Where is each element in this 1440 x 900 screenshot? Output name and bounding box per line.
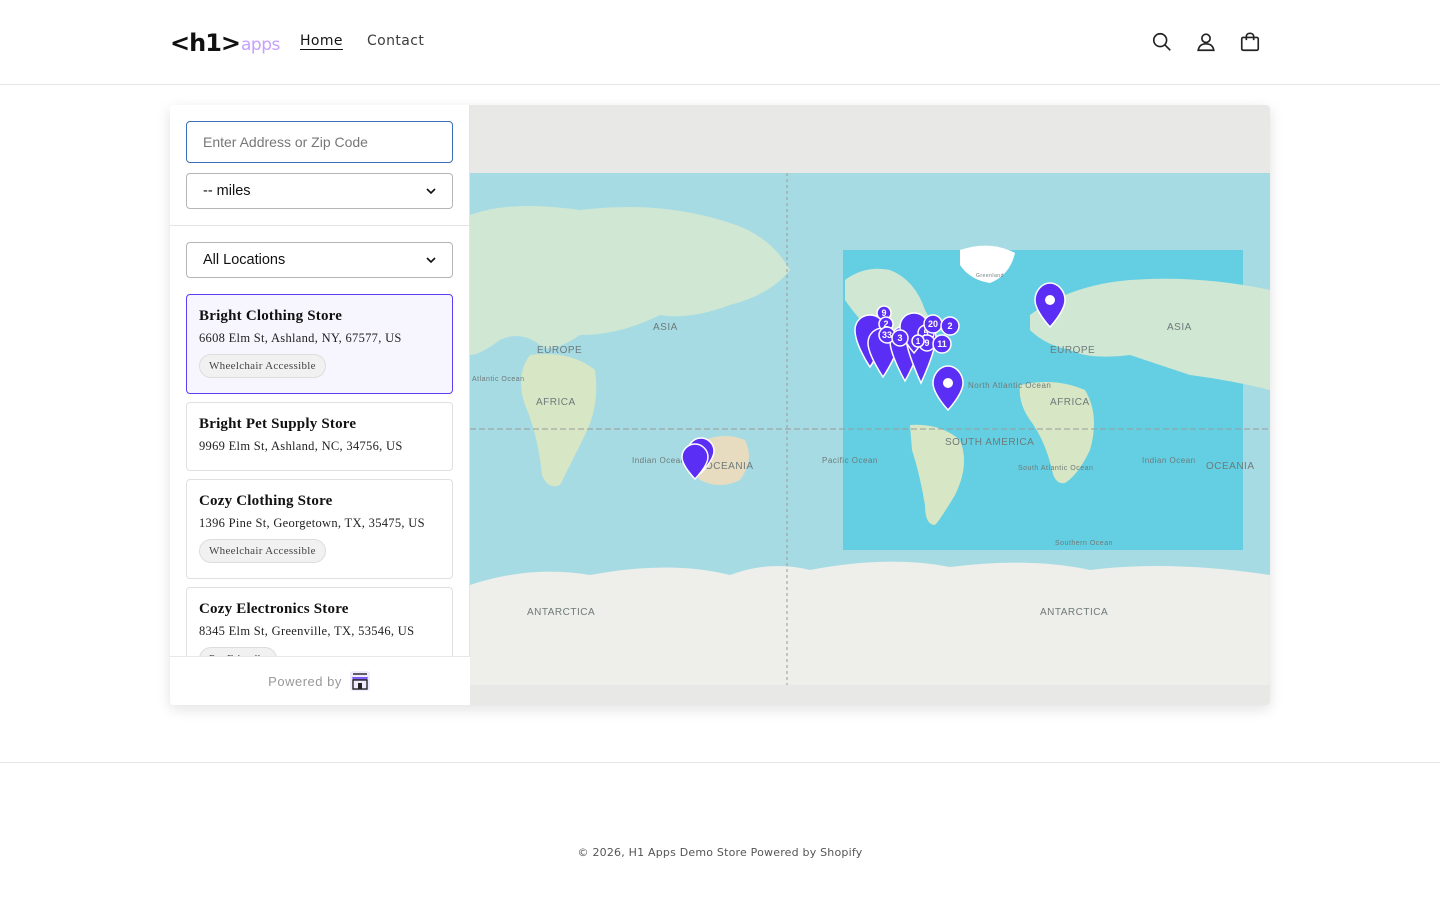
address-search-input[interactable]: [186, 121, 453, 163]
location-filter-value: All Locations: [203, 252, 286, 268]
site-logo[interactable]: <h1> apps: [170, 28, 280, 58]
map-label: AFRICA: [1050, 397, 1090, 408]
map-label: OCEANIA: [705, 461, 754, 472]
world-map[interactable]: ASIA EUROPE AFRICA Indian Ocean OCEANIA …: [470, 105, 1270, 705]
cluster-count: 1: [916, 337, 921, 346]
store-card[interactable]: Cozy Clothing Store 1396 Pine St, George…: [186, 479, 453, 579]
search-icon[interactable]: [1150, 28, 1174, 56]
store-name: Cozy Clothing Store: [199, 493, 333, 509]
nav-contact-link[interactable]: Contact: [367, 33, 424, 49]
map-label: OCEANIA: [1206, 461, 1255, 472]
map-label: North Atlantic Ocean: [968, 381, 1051, 390]
marker-dot: [1045, 295, 1055, 305]
store-name: Cozy Electronics Store: [199, 601, 349, 617]
cluster-count: 11: [937, 339, 947, 349]
map-label: ANTARCTICA: [527, 607, 595, 618]
store-name: Bright Clothing Store: [199, 308, 343, 324]
store-card[interactable]: Cozy Electronics Store 8345 Elm St, Gree…: [186, 587, 453, 656]
map-label: Southern Ocean: [1055, 540, 1113, 547]
map-label: ASIA: [653, 322, 678, 333]
map-label: Atlantic Ocean: [472, 376, 525, 383]
powered-by-text: Powered by: [268, 673, 342, 689]
cluster-count: 9: [924, 338, 929, 348]
marker-dot: [943, 378, 953, 388]
store-map[interactable]: ASIA EUROPE AFRICA Indian Ocean OCEANIA …: [470, 105, 1270, 705]
map-label: Indian Ocean: [632, 456, 686, 465]
filter-divider: [170, 225, 470, 226]
chevron-down-icon: [426, 188, 436, 195]
locator-sidebar: -- miles All Locations Bright Clothing S…: [170, 105, 470, 705]
cluster-count: 3: [897, 333, 902, 343]
cart-icon[interactable]: [1238, 28, 1262, 56]
store-card[interactable]: Bright Clothing Store 6608 Elm St, Ashla…: [186, 294, 453, 394]
logo-sub-text: apps: [241, 35, 280, 55]
cluster-count: 33: [882, 330, 892, 340]
map-label: Indian Ocean: [1142, 456, 1196, 465]
map-label: AFRICA: [536, 397, 576, 408]
cluster-count: 2: [947, 321, 952, 331]
account-icon[interactable]: [1194, 28, 1218, 56]
radius-select-value: -- miles: [203, 183, 251, 199]
map-label: Greenland: [976, 273, 1004, 279]
logo-main-text: <h1>: [170, 29, 241, 57]
map-label: ASIA: [1167, 322, 1192, 333]
store-name: Bright Pet Supply Store: [199, 416, 357, 432]
antarctica-landmass: [470, 561, 1270, 685]
store-card[interactable]: Bright Pet Supply Store 9969 Elm St, Ash…: [186, 402, 453, 471]
store-icon[interactable]: [348, 669, 372, 693]
nav-home-link[interactable]: Home: [300, 33, 343, 49]
map-label: Pacific Ocean: [822, 456, 878, 465]
footer-divider: [0, 762, 1440, 763]
store-address: 8345 Elm St, Greenville, TX, 53546, US: [199, 624, 415, 638]
radius-select[interactable]: -- miles: [186, 173, 453, 209]
store-address: 9969 Elm St, Ashland, NC, 34756, US: [199, 439, 403, 453]
main-nav: Home Contact: [300, 33, 424, 49]
map-label: EUROPE: [1050, 345, 1095, 356]
footer-copyright: © 2026, H1 Apps Demo Store Powered by Sh…: [577, 846, 863, 859]
store-list[interactable]: Bright Clothing Store 6608 Elm St, Ashla…: [186, 294, 453, 656]
header-icons: [1150, 28, 1262, 56]
store-tag: Wheelchair Accessible: [199, 354, 326, 378]
map-label: EUROPE: [537, 345, 582, 356]
store-address: 6608 Elm St, Ashland, NY, 67577, US: [199, 331, 402, 345]
chevron-down-icon: [426, 257, 436, 264]
store-locator: -- miles All Locations Bright Clothing S…: [170, 105, 1270, 705]
powered-by: Powered by: [170, 656, 470, 705]
store-tag: Wheelchair Accessible: [199, 539, 326, 563]
map-label: South Atlantic Ocean: [1018, 465, 1093, 472]
store-tag: Pet Friendly: [199, 647, 277, 656]
map-label: SOUTH AMERICA: [945, 437, 1034, 448]
cluster-count: 20: [928, 319, 938, 329]
site-header: <h1> apps Home Contact: [0, 0, 1440, 85]
map-label: ANTARCTICA: [1040, 607, 1108, 618]
store-address: 1396 Pine St, Georgetown, TX, 35475, US: [199, 516, 425, 530]
location-filter-select[interactable]: All Locations: [186, 242, 453, 278]
